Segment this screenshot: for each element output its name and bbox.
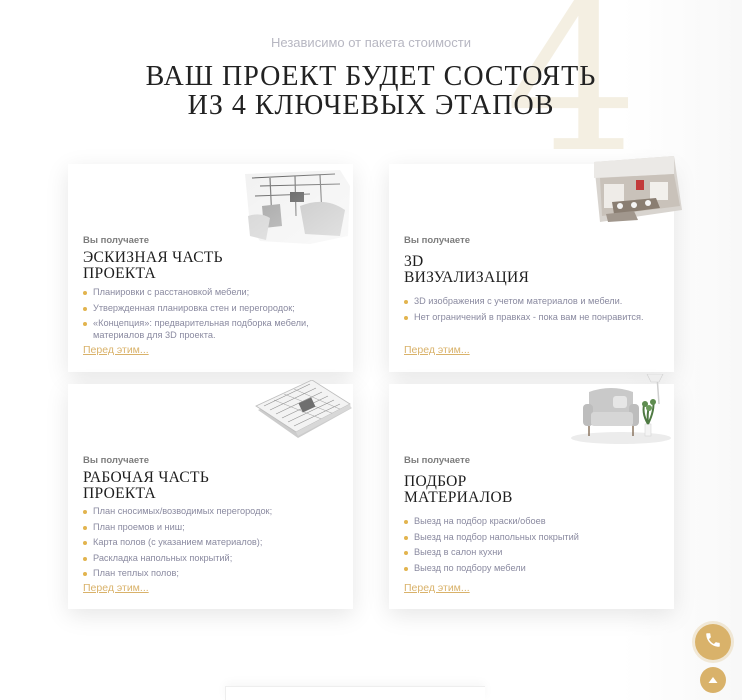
card-title: РАБОЧАЯ ЧАСТЬ ПРОЕКТА bbox=[83, 470, 209, 502]
blueprint-papers-image bbox=[254, 379, 354, 440]
3d-render-image bbox=[594, 156, 682, 226]
card-title-line-2: МАТЕРИАЛОВ bbox=[404, 489, 513, 506]
phone-icon bbox=[704, 631, 722, 653]
list-item: План сносимых/возводимых перегородок; bbox=[83, 506, 341, 518]
read-more-link[interactable]: Перед этим... bbox=[404, 344, 470, 356]
next-section-edge bbox=[225, 686, 485, 700]
armchair-image bbox=[567, 373, 675, 446]
section-title-line-2: ИЗ 4 КЛЮЧЕВЫХ ЭТАПОВ bbox=[187, 90, 555, 121]
card-title: ЭСКИЗНАЯ ЧАСТЬ ПРОЕКТА bbox=[83, 250, 223, 282]
section-subtitle: Независимо от пакета стоимости bbox=[271, 35, 471, 50]
read-more-link[interactable]: Перед этим... bbox=[404, 582, 470, 594]
card-3d-visualization: Вы получаете 3D ВИЗУАЛИЗАЦИЯ 3D изображе… bbox=[389, 156, 682, 372]
section-title-line-1: ВАШ ПРОЕКТ БУДЕТ СОСТОЯТЬ bbox=[145, 61, 597, 92]
card-title-line-1: РАБОЧАЯ ЧАСТЬ bbox=[83, 469, 210, 486]
card-working-project: Вы получаете РАБОЧАЯ ЧАСТЬ ПРОЕКТА План … bbox=[68, 379, 353, 609]
sketch-interior-image bbox=[240, 166, 352, 246]
list-item: 3D изображения с учетом материалов и меб… bbox=[404, 296, 662, 308]
list-item: План проемов и ниш; bbox=[83, 522, 341, 534]
card-title-line-2: ВИЗУАЛИЗАЦИЯ bbox=[404, 269, 530, 286]
card-title-line-2: ПРОЕКТА bbox=[83, 265, 156, 282]
card-label: Вы получаете bbox=[404, 235, 471, 246]
card-features-list: 3D изображения с учетом материалов и меб… bbox=[404, 296, 662, 327]
card-label: Вы получаете bbox=[83, 235, 150, 246]
list-item: Выезд по подбору мебели bbox=[404, 563, 662, 575]
list-item: Нет ограничений в правках - пока вам не … bbox=[404, 312, 662, 324]
card-label: Вы получаете bbox=[404, 455, 471, 466]
read-more-link[interactable]: Перед этим... bbox=[83, 582, 149, 594]
card-title-line-1: ЭСКИЗНАЯ ЧАСТЬ bbox=[83, 249, 223, 266]
card-materials-selection: Вы получаете ПОДБОР МАТЕРИАЛОВ Выезд на … bbox=[389, 373, 674, 609]
card-features-list: Планировки с расстановкой мебели; Утверж… bbox=[83, 287, 341, 345]
card-title-line-1: ПОДБОР bbox=[404, 473, 467, 490]
card-features-list: Выезд на подбор краски/обоев Выезд на по… bbox=[404, 516, 662, 578]
card-title: 3D ВИЗУАЛИЗАЦИЯ bbox=[404, 254, 529, 286]
read-more-link[interactable]: Перед этим... bbox=[83, 344, 149, 356]
card-sketch-project: Вы получаете ЭСКИЗНАЯ ЧАСТЬ ПРОЕКТА План… bbox=[68, 164, 353, 372]
list-item: Выезд на подбор напольных покрытий bbox=[404, 532, 662, 544]
card-title: ПОДБОР МАТЕРИАЛОВ bbox=[404, 474, 513, 506]
list-item: «Концепция»: предварительная подборка ме… bbox=[83, 318, 341, 341]
list-item: Выезд в салон кухни bbox=[404, 547, 662, 559]
list-item: Планировки с расстановкой мебели; bbox=[83, 287, 341, 299]
arrow-up-icon bbox=[707, 671, 719, 690]
list-item: Раскладка напольных покрытий; bbox=[83, 553, 341, 565]
scroll-top-button[interactable] bbox=[700, 667, 726, 693]
card-features-list: План сносимых/возводимых перегородок; Пл… bbox=[83, 506, 341, 584]
card-title-line-1: 3D bbox=[404, 253, 424, 270]
card-label: Вы получаете bbox=[83, 455, 150, 466]
list-item: Карта полов (с указанием материалов); bbox=[83, 537, 341, 549]
card-title-line-2: ПРОЕКТА bbox=[83, 485, 156, 502]
list-item: Утвержденная планировка стен и перегород… bbox=[83, 303, 341, 315]
section-title: ВАШ ПРОЕКТ БУДЕТ СОСТОЯТЬ ИЗ 4 КЛЮЧЕВЫХ … bbox=[0, 62, 742, 120]
call-button[interactable] bbox=[695, 624, 731, 660]
list-item: Выезд на подбор краски/обоев bbox=[404, 516, 662, 528]
list-item: План теплых полов; bbox=[83, 568, 341, 580]
